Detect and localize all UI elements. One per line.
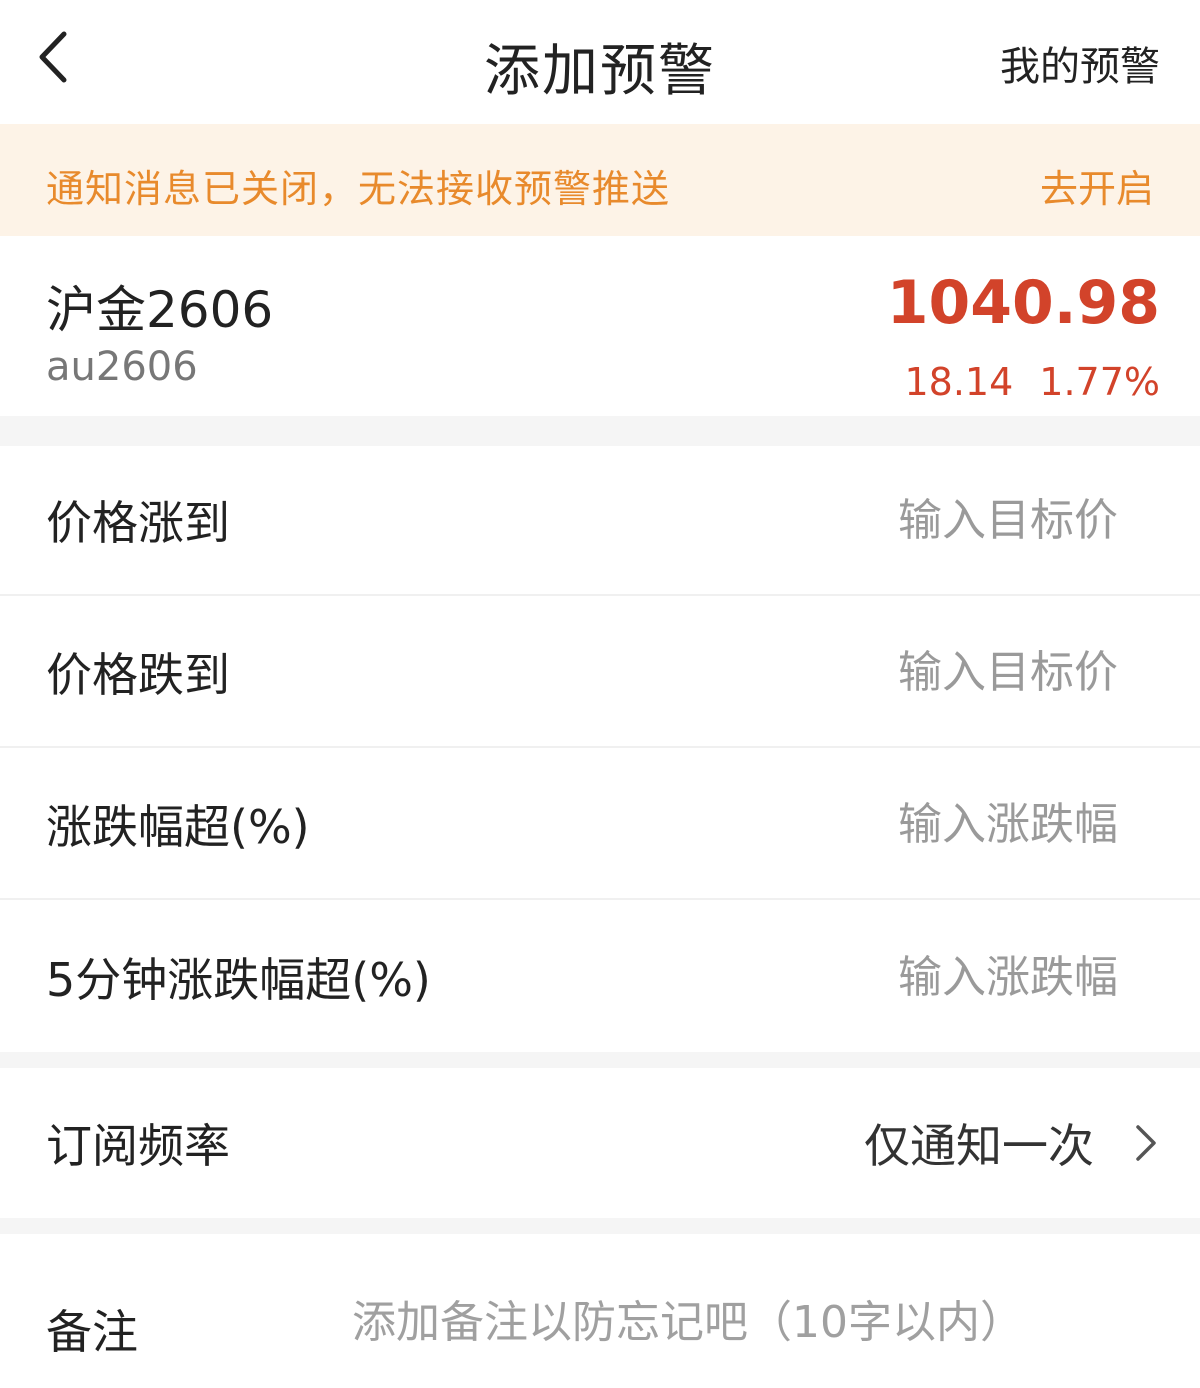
nav-bar: 添加预警 我的预警 [0,0,1200,124]
quote-card: 沪金2606 au2606 1040.98 18.14 1.77% [0,236,1200,416]
my-alerts-link[interactable]: 我的预警 [1000,34,1160,92]
section-divider [0,1052,1200,1068]
note-label: 备注 [46,1305,138,1359]
change-percent: 1.77% [1039,360,1160,404]
frequency-row[interactable]: 订阅频率 仅通知一次 [0,1068,1200,1218]
enable-notifications-link[interactable]: 去开启 [1040,158,1154,213]
notice-text: 通知消息已关闭，无法接收预警推送 [46,167,671,211]
note-input[interactable] [352,1290,1152,1354]
note-row: 备注 [0,1234,1200,1388]
section-divider [0,416,1200,446]
price-up-input[interactable] [898,490,1122,550]
change-pct-label: 涨跌幅超(%) [46,800,310,854]
change-pct-row: 涨跌幅超(%) [0,750,1200,900]
price-down-row: 价格跌到 [0,598,1200,748]
notification-off-banner: 通知消息已关闭，无法接收预警推送 去开启 [0,124,1200,236]
last-price: 1040.98 [886,268,1160,338]
section-divider [0,1218,1200,1234]
price-down-label: 价格跌到 [46,648,230,702]
five-min-change-input[interactable] [898,947,1122,1007]
five-min-change-row: 5分钟涨跌幅超(%) [0,902,1200,1052]
price-up-label: 价格涨到 [46,496,230,550]
five-min-change-label: 5分钟涨跌幅超(%) [46,953,431,1007]
contract-name: 沪金2606 [46,281,274,339]
frequency-label: 订阅频率 [46,1119,230,1173]
price-change: 18.14 1.77% [904,360,1160,404]
change-pct-input[interactable] [898,794,1122,854]
price-up-row: 价格涨到 [0,446,1200,596]
chevron-right-icon [1126,1123,1166,1163]
contract-code: au2606 [46,344,198,390]
change-value: 18.14 [904,360,1014,404]
price-down-input[interactable] [898,642,1122,702]
frequency-value[interactable]: 仅通知一次 [864,1110,1094,1176]
